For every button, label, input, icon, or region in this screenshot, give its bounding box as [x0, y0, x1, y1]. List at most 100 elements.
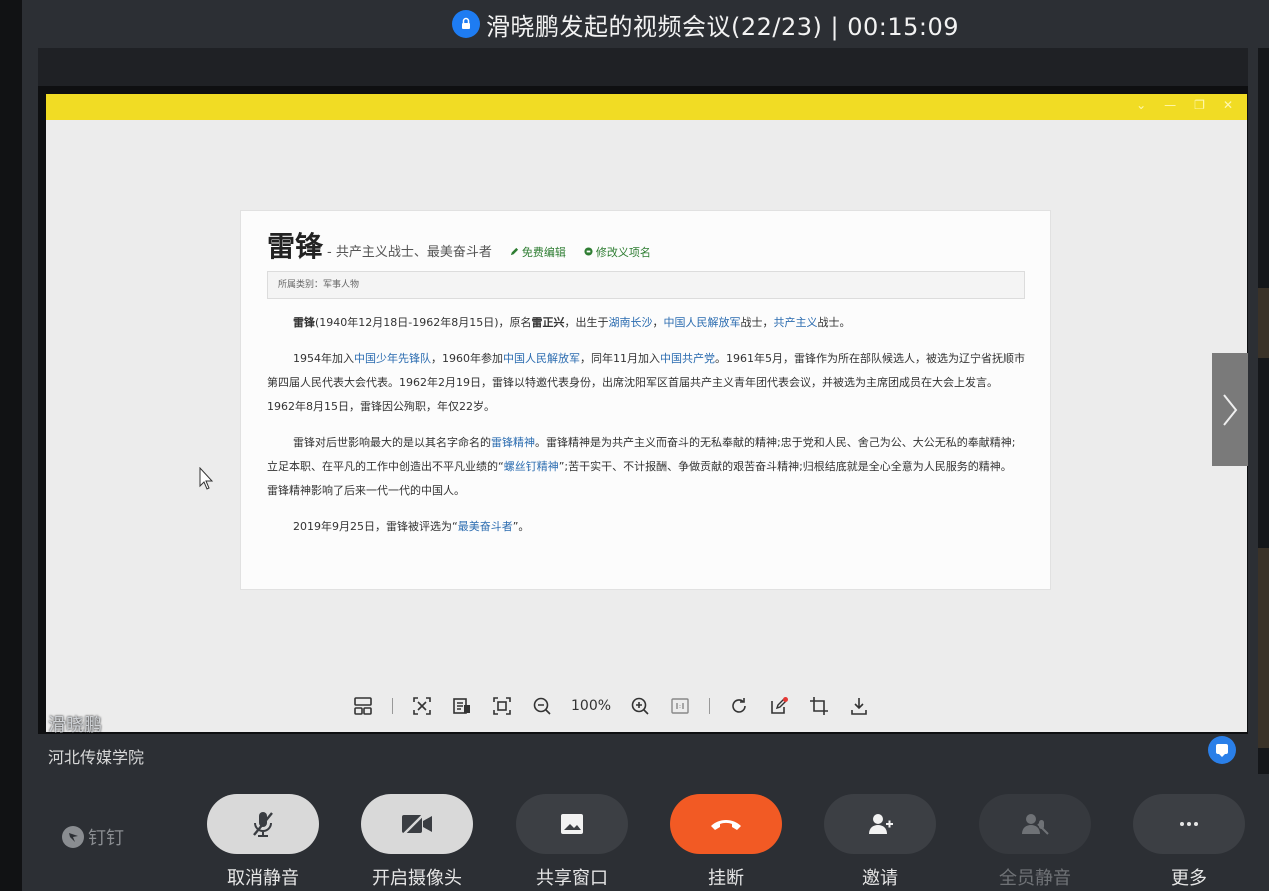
- share-window-button[interactable]: 共享窗口: [516, 794, 628, 890]
- mute-all-pill[interactable]: [979, 794, 1091, 854]
- paragraph-1: 雷锋(1940年12月18日-1962年8月15日)，原名雷正兴，出生于湖南长沙…: [267, 311, 1025, 335]
- chevron-right-icon: [1223, 393, 1238, 426]
- zoom-in-icon[interactable]: [629, 695, 651, 717]
- link[interactable]: 中国共产党: [660, 352, 715, 365]
- zoom-out-icon[interactable]: [531, 695, 553, 717]
- rename-link[interactable]: 修改义项名: [584, 244, 651, 260]
- category-box: 所属类别：军事人物: [267, 271, 1025, 299]
- invite-pill[interactable]: [824, 794, 936, 854]
- unmute-pill[interactable]: [207, 794, 319, 854]
- mute-all-icon: [1022, 814, 1049, 835]
- rename-label: 修改义项名: [595, 245, 651, 259]
- unmute-button[interactable]: 取消静音: [207, 794, 319, 890]
- scan-icon[interactable]: [411, 695, 433, 717]
- dingtalk-brand: 钉钉: [62, 824, 124, 850]
- dingtalk-logo-icon: [62, 826, 84, 848]
- link[interactable]: 螺丝钉精神: [504, 460, 559, 473]
- zoom-level: 100%: [571, 698, 612, 714]
- camera-pill[interactable]: [361, 794, 473, 854]
- share-image-icon: [561, 814, 583, 834]
- ocr-text-icon[interactable]: [451, 695, 473, 717]
- free-edit-label: 免费编辑: [521, 245, 566, 259]
- title-bar: 滑晓鹏发起的视频会议(22/23) | 00:15:09: [22, 0, 1269, 48]
- mute-all-button[interactable]: 全员静音: [979, 794, 1091, 890]
- chat-icon: [1216, 744, 1228, 757]
- pencil-icon: [510, 247, 518, 256]
- shared-window-controls: ⌄ — ❐ ✕: [1136, 98, 1233, 112]
- close-icon: ✕: [1222, 98, 1233, 112]
- chevron-down-icon: ⌄: [1136, 98, 1147, 112]
- link[interactable]: 中国少年先锋队: [354, 352, 431, 365]
- unmute-label: 取消静音: [227, 868, 299, 889]
- bold-name: 雷锋: [293, 316, 315, 329]
- text: ”。: [512, 520, 530, 533]
- paragraph-2: 1954年加入中国少年先锋队，1960年参加中国人民解放军，同年11月加入中国共…: [267, 347, 1025, 419]
- text: 2019年9月25日，雷锋被评选为“: [293, 520, 458, 533]
- article-title: 雷锋: [267, 230, 324, 263]
- chat-button[interactable]: [1208, 736, 1236, 764]
- actual-size-icon[interactable]: [669, 695, 691, 717]
- paragraph-4: 2019年9月25日，雷锋被评选为“最美奋斗者”。: [267, 515, 1025, 539]
- presenter-org: 河北传媒学院: [48, 748, 145, 767]
- invite-button[interactable]: 邀请: [824, 794, 936, 890]
- share-pill[interactable]: [516, 794, 628, 854]
- share-top-band: [38, 48, 1248, 86]
- more-button[interactable]: 更多: [1133, 794, 1245, 890]
- camera-off-icon: [402, 812, 432, 836]
- free-edit-link[interactable]: 免费编辑: [510, 244, 566, 260]
- camera-button[interactable]: 开启摄像头: [361, 794, 473, 890]
- separator: [392, 698, 393, 714]
- thumb-strip: [1258, 548, 1269, 748]
- next-image-button[interactable]: [1212, 353, 1248, 466]
- meeting-title: 滑晓鹏发起的视频会议(22/23) | 00:15:09: [485, 12, 960, 41]
- link[interactable]: 雷锋精神: [491, 436, 535, 449]
- text: ，1960年参加: [431, 352, 503, 365]
- hangup-label: 挂断: [708, 868, 744, 889]
- text: ，同年11月加入: [580, 352, 660, 365]
- meeting-window: 滑晓鹏发起的视频会议(22/23) | 00:15:09 ⌄ — ❐ ✕ 雷锋 …: [0, 0, 1269, 891]
- share-label: 共享窗口: [536, 868, 608, 889]
- share-highlight-bar: ⌄ — ❐ ✕: [46, 94, 1247, 120]
- annotate-icon[interactable]: [768, 695, 790, 717]
- crop-icon[interactable]: [808, 695, 830, 717]
- text: 雷锋对后世影响最大的是以其名字命名的: [293, 436, 491, 449]
- layout-icon[interactable]: [352, 695, 374, 717]
- phone-hangup-icon: [711, 820, 741, 830]
- download-icon[interactable]: [848, 695, 870, 717]
- text: (1940年12月18日-1962年8月15日)，原名: [315, 316, 532, 329]
- thumb-strip: [1258, 288, 1269, 358]
- brand-name: 钉钉: [88, 828, 124, 849]
- presenter-bar: [38, 734, 1248, 774]
- minimize-icon: —: [1164, 98, 1177, 112]
- edit-circle-icon: [584, 247, 593, 256]
- mic-off-icon: [253, 812, 273, 837]
- add-user-icon: [869, 814, 893, 834]
- mute-all-label: 全员静音: [999, 868, 1071, 889]
- text: ，: [652, 316, 664, 329]
- more-pill[interactable]: [1133, 794, 1245, 854]
- paragraph-3: 雷锋对后世影响最大的是以其名字命名的雷锋精神。雷锋精神是为共产主义而奋斗的无私奉…: [267, 431, 1025, 503]
- link[interactable]: 湖南长沙: [609, 316, 653, 329]
- link[interactable]: 中国人民解放军: [503, 352, 580, 365]
- article-subtitle: - 共产主义战士、最美奋斗者: [327, 245, 492, 260]
- viewer-toolbar: 100%: [352, 690, 870, 722]
- text: 战士，: [740, 316, 774, 329]
- text: 战士。: [817, 316, 851, 329]
- restore-icon: ❐: [1194, 98, 1205, 112]
- separator: [709, 698, 711, 714]
- fit-screen-icon[interactable]: [491, 695, 513, 717]
- camera-label: 开启摄像头: [372, 868, 462, 889]
- hangup-pill[interactable]: [670, 794, 782, 854]
- link[interactable]: 中国人民解放军: [664, 316, 741, 329]
- left-edge: [0, 0, 22, 891]
- link[interactable]: 最美奋斗者: [458, 520, 513, 533]
- shield-lock-icon: [451, 10, 480, 38]
- hangup-button[interactable]: 挂断: [670, 794, 782, 890]
- bold-name: 雷正兴: [531, 316, 565, 329]
- rotate-icon[interactable]: [728, 695, 750, 717]
- text: 1954年加入: [293, 352, 354, 365]
- link[interactable]: 共产主义: [774, 316, 818, 329]
- invite-label: 邀请: [862, 868, 898, 889]
- more-label: 更多: [1171, 868, 1207, 889]
- more-dots-icon: [1180, 822, 1198, 826]
